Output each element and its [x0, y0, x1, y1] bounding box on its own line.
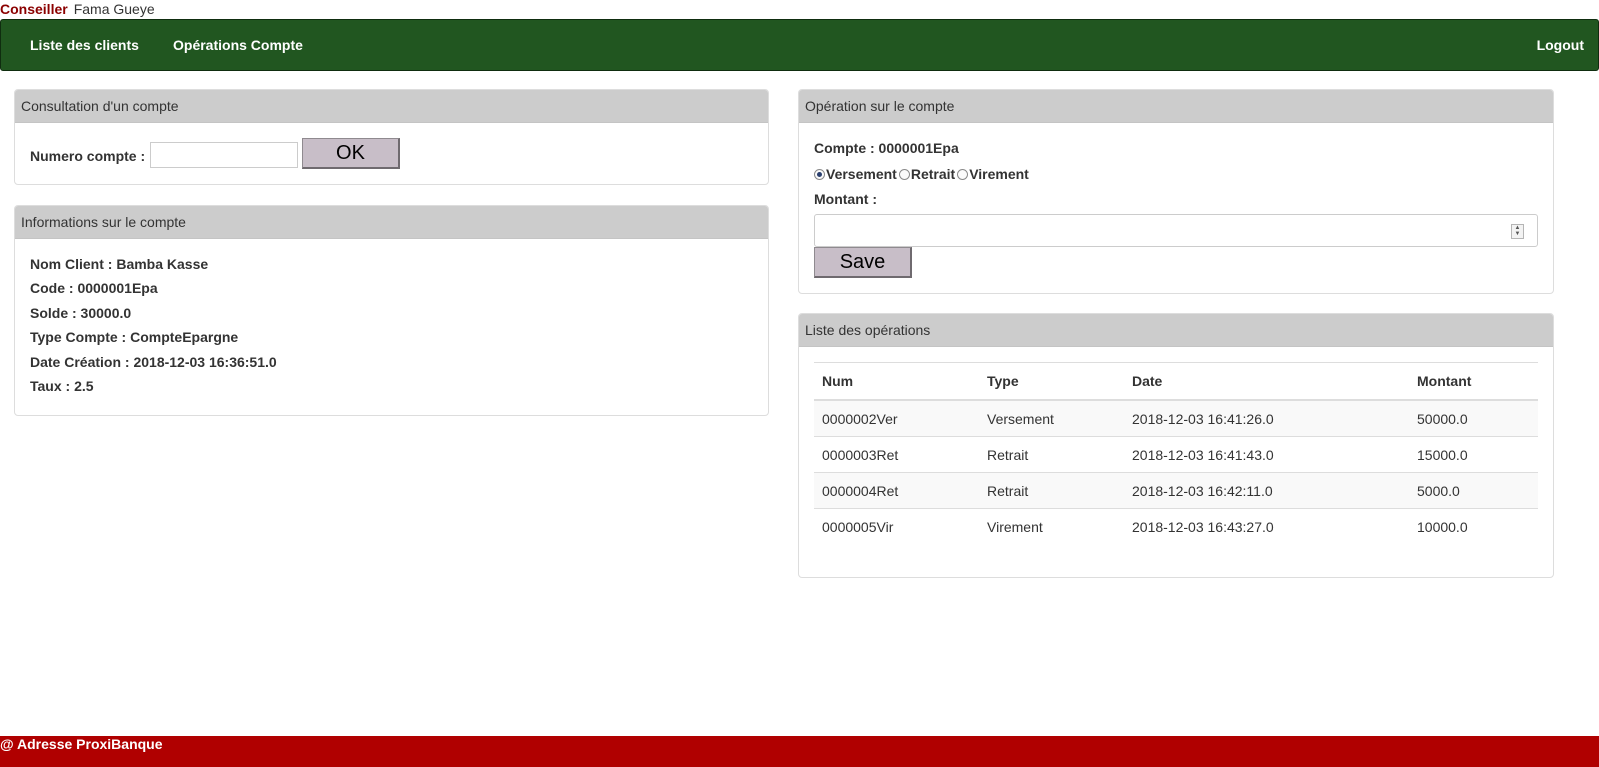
- table-row: 0000002Ver Versement 2018-12-03 16:41:26…: [814, 399, 1538, 437]
- montant-input[interactable]: ▲ ▼: [814, 214, 1538, 247]
- role-label: Conseiller: [0, 1, 68, 17]
- cell-montant: 10000.0: [1409, 508, 1538, 544]
- info-taux: Taux : 2.5: [30, 378, 94, 394]
- informations-panel: Informations sur le compte Nom Client : …: [14, 205, 769, 416]
- cell-num: 0000003Ret: [814, 436, 979, 473]
- table-row: 0000004Ret Retrait 2018-12-03 16:42:11.0…: [814, 472, 1538, 509]
- spinner-down-icon[interactable]: ▼: [1512, 231, 1523, 237]
- table-header-row: Num Type Date Montant: [814, 362, 1538, 401]
- radio-virement-label: Virement: [969, 166, 1029, 182]
- column-header-montant: Montant: [1409, 362, 1538, 401]
- montant-spinner[interactable]: ▲ ▼: [1511, 224, 1524, 239]
- cell-date: 2018-12-03 16:43:27.0: [1124, 508, 1409, 544]
- column-header-type: Type: [979, 362, 1124, 401]
- radio-versement[interactable]: [814, 168, 825, 180]
- nav-link-liste-clients[interactable]: Liste des clients: [30, 20, 139, 70]
- info-solde: Solde : 30000.0: [30, 305, 132, 321]
- radio-retrait-label: Retrait: [910, 166, 956, 182]
- table-row: 0000005Vir Virement 2018-12-03 16:43:27.…: [814, 508, 1538, 544]
- cell-montant: 50000.0: [1409, 399, 1538, 437]
- logout-link[interactable]: Logout: [1537, 20, 1584, 70]
- nav-link-operations-compte[interactable]: Opérations Compte: [173, 20, 303, 70]
- cell-montant: 15000.0: [1409, 436, 1538, 473]
- table-row: 0000003Ret Retrait 2018-12-03 16:41:43.0…: [814, 436, 1538, 473]
- column-header-date: Date: [1124, 362, 1409, 401]
- cell-num: 0000004Ret: [814, 472, 979, 509]
- operation-panel-heading: Opération sur le compte: [799, 90, 1553, 123]
- operation-type-radios: Versement Retrait Virement: [814, 166, 1031, 182]
- info-nom-client: Nom Client : Bamba Kasse: [30, 256, 209, 272]
- radio-versement-label: Versement: [826, 166, 897, 182]
- cell-montant: 5000.0: [1409, 472, 1538, 509]
- cell-date: 2018-12-03 16:42:11.0: [1124, 472, 1409, 509]
- cell-num: 0000002Ver: [814, 399, 979, 437]
- montant-label: Montant :: [814, 191, 877, 207]
- cell-date: 2018-12-03 16:41:26.0: [1124, 399, 1409, 437]
- ok-button[interactable]: OK: [302, 138, 400, 169]
- cell-date: 2018-12-03 16:41:43.0: [1124, 436, 1409, 473]
- operations-table: Num Type Date Montant 0000002Ver Verseme…: [814, 362, 1538, 544]
- save-button[interactable]: Save: [814, 247, 912, 278]
- top-user-bar: Conseiller Fama Gueye: [0, 0, 155, 18]
- consultation-panel-heading: Consultation d'un compte: [15, 90, 768, 123]
- radio-virement[interactable]: [957, 168, 969, 180]
- footer-address: @ Adresse ProxiBanque: [0, 736, 163, 752]
- numero-compte-input[interactable]: [150, 142, 298, 168]
- radio-retrait[interactable]: [898, 168, 910, 180]
- numero-compte-label: Numero compte :: [30, 148, 146, 164]
- footer: @ Adresse ProxiBanque: [0, 736, 1599, 767]
- operation-compte-label: Compte : 0000001Epa: [814, 140, 959, 156]
- cell-type: Retrait: [979, 436, 1124, 473]
- liste-operations-heading: Liste des opérations: [799, 314, 1553, 347]
- info-type-compte: Type Compte : CompteEpargne: [30, 329, 239, 345]
- info-date-creation: Date Création : 2018-12-03 16:36:51.0: [30, 354, 277, 370]
- cell-type: Virement: [979, 508, 1124, 544]
- user-name: Fama Gueye: [73, 1, 155, 17]
- column-header-num: Num: [814, 362, 979, 401]
- operation-panel: Opération sur le compte Compte : 0000001…: [798, 89, 1554, 294]
- informations-panel-heading: Informations sur le compte: [15, 206, 768, 239]
- cell-num: 0000005Vir: [814, 508, 979, 544]
- cell-type: Retrait: [979, 472, 1124, 509]
- cell-type: Versement: [979, 399, 1124, 437]
- info-code: Code : 0000001Epa: [30, 280, 158, 296]
- liste-operations-panel: Liste des opérations Num Type Date Monta…: [798, 313, 1554, 578]
- navbar: Liste des clients Opérations Compte Logo…: [0, 19, 1599, 71]
- consultation-panel: Consultation d'un compte Numero compte :…: [14, 89, 769, 185]
